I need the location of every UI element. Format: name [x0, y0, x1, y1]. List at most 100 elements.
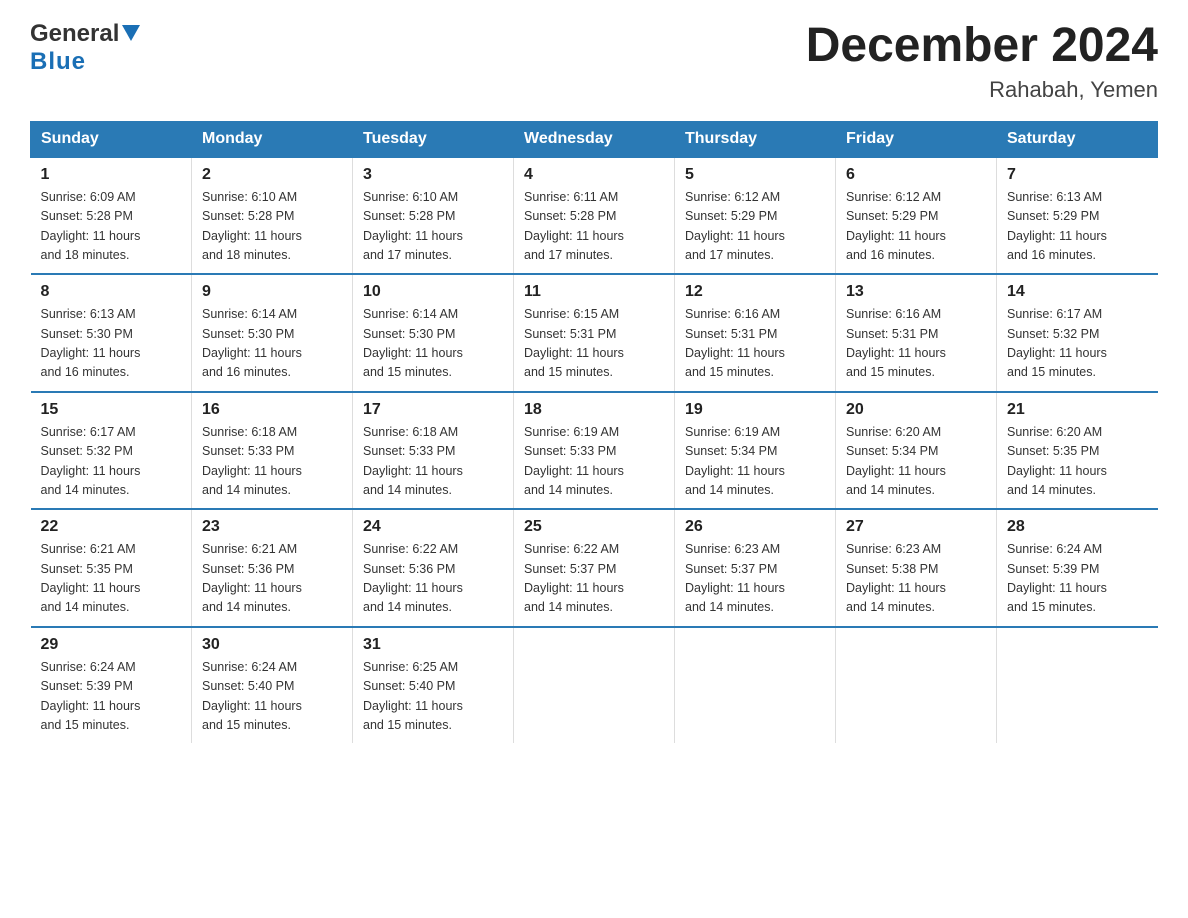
day-info: Sunrise: 6:11 AM Sunset: 5:28 PM Dayligh…: [524, 188, 664, 266]
day-info: Sunrise: 6:17 AM Sunset: 5:32 PM Dayligh…: [1007, 305, 1148, 383]
calendar-table: SundayMondayTuesdayWednesdayThursdayFrid…: [30, 121, 1158, 744]
weekday-header-monday: Monday: [192, 121, 353, 157]
day-number: 14: [1007, 283, 1148, 301]
week-row-4: 22 Sunrise: 6:21 AM Sunset: 5:35 PM Dayl…: [31, 509, 1158, 627]
day-info: Sunrise: 6:24 AM Sunset: 5:39 PM Dayligh…: [41, 658, 182, 736]
calendar-cell: 23 Sunrise: 6:21 AM Sunset: 5:36 PM Dayl…: [192, 509, 353, 627]
calendar-subtitle: Rahabah, Yemen: [806, 77, 1158, 103]
weekday-header-friday: Friday: [836, 121, 997, 157]
calendar-cell: 13 Sunrise: 6:16 AM Sunset: 5:31 PM Dayl…: [836, 274, 997, 392]
day-number: 6: [846, 166, 986, 184]
calendar-cell: 20 Sunrise: 6:20 AM Sunset: 5:34 PM Dayl…: [836, 392, 997, 510]
day-number: 22: [41, 518, 182, 536]
day-info: Sunrise: 6:23 AM Sunset: 5:38 PM Dayligh…: [846, 540, 986, 618]
calendar-cell: 15 Sunrise: 6:17 AM Sunset: 5:32 PM Dayl…: [31, 392, 192, 510]
calendar-cell: 21 Sunrise: 6:20 AM Sunset: 5:35 PM Dayl…: [997, 392, 1158, 510]
weekday-header-tuesday: Tuesday: [353, 121, 514, 157]
day-number: 13: [846, 283, 986, 301]
weekday-header-wednesday: Wednesday: [514, 121, 675, 157]
day-number: 25: [524, 518, 664, 536]
page-header: General Blue December 2024 Rahabah, Yeme…: [30, 20, 1158, 103]
week-row-3: 15 Sunrise: 6:17 AM Sunset: 5:32 PM Dayl…: [31, 392, 1158, 510]
calendar-cell: 26 Sunrise: 6:23 AM Sunset: 5:37 PM Dayl…: [675, 509, 836, 627]
calendar-cell: 14 Sunrise: 6:17 AM Sunset: 5:32 PM Dayl…: [997, 274, 1158, 392]
weekday-header-sunday: Sunday: [31, 121, 192, 157]
day-number: 16: [202, 401, 342, 419]
calendar-cell: 6 Sunrise: 6:12 AM Sunset: 5:29 PM Dayli…: [836, 157, 997, 275]
day-number: 29: [41, 636, 182, 654]
calendar-cell: 10 Sunrise: 6:14 AM Sunset: 5:30 PM Dayl…: [353, 274, 514, 392]
calendar-cell: 30 Sunrise: 6:24 AM Sunset: 5:40 PM Dayl…: [192, 627, 353, 744]
calendar-cell: 9 Sunrise: 6:14 AM Sunset: 5:30 PM Dayli…: [192, 274, 353, 392]
calendar-cell: 12 Sunrise: 6:16 AM Sunset: 5:31 PM Dayl…: [675, 274, 836, 392]
calendar-cell: 16 Sunrise: 6:18 AM Sunset: 5:33 PM Dayl…: [192, 392, 353, 510]
day-info: Sunrise: 6:18 AM Sunset: 5:33 PM Dayligh…: [202, 423, 342, 501]
calendar-cell: 1 Sunrise: 6:09 AM Sunset: 5:28 PM Dayli…: [31, 157, 192, 275]
day-number: 15: [41, 401, 182, 419]
logo: General Blue: [30, 20, 140, 76]
calendar-cell: 27 Sunrise: 6:23 AM Sunset: 5:38 PM Dayl…: [836, 509, 997, 627]
calendar-cell: 25 Sunrise: 6:22 AM Sunset: 5:37 PM Dayl…: [514, 509, 675, 627]
week-row-5: 29 Sunrise: 6:24 AM Sunset: 5:39 PM Dayl…: [31, 627, 1158, 744]
calendar-cell: 29 Sunrise: 6:24 AM Sunset: 5:39 PM Dayl…: [31, 627, 192, 744]
day-number: 2: [202, 166, 342, 184]
day-info: Sunrise: 6:19 AM Sunset: 5:34 PM Dayligh…: [685, 423, 825, 501]
day-info: Sunrise: 6:19 AM Sunset: 5:33 PM Dayligh…: [524, 423, 664, 501]
day-info: Sunrise: 6:14 AM Sunset: 5:30 PM Dayligh…: [363, 305, 503, 383]
day-info: Sunrise: 6:21 AM Sunset: 5:35 PM Dayligh…: [41, 540, 182, 618]
day-number: 5: [685, 166, 825, 184]
day-number: 27: [846, 518, 986, 536]
day-number: 24: [363, 518, 503, 536]
calendar-cell: [836, 627, 997, 744]
logo-arrow-icon: [122, 25, 140, 46]
calendar-cell: 28 Sunrise: 6:24 AM Sunset: 5:39 PM Dayl…: [997, 509, 1158, 627]
title-section: December 2024 Rahabah, Yemen: [806, 20, 1158, 103]
calendar-cell: [675, 627, 836, 744]
calendar-cell: 8 Sunrise: 6:13 AM Sunset: 5:30 PM Dayli…: [31, 274, 192, 392]
calendar-cell: 18 Sunrise: 6:19 AM Sunset: 5:33 PM Dayl…: [514, 392, 675, 510]
day-number: 11: [524, 283, 664, 301]
day-number: 18: [524, 401, 664, 419]
day-number: 19: [685, 401, 825, 419]
day-number: 28: [1007, 518, 1148, 536]
day-number: 8: [41, 283, 182, 301]
day-info: Sunrise: 6:18 AM Sunset: 5:33 PM Dayligh…: [363, 423, 503, 501]
weekday-header-thursday: Thursday: [675, 121, 836, 157]
week-row-2: 8 Sunrise: 6:13 AM Sunset: 5:30 PM Dayli…: [31, 274, 1158, 392]
calendar-cell: 2 Sunrise: 6:10 AM Sunset: 5:28 PM Dayli…: [192, 157, 353, 275]
calendar-cell: 4 Sunrise: 6:11 AM Sunset: 5:28 PM Dayli…: [514, 157, 675, 275]
day-info: Sunrise: 6:12 AM Sunset: 5:29 PM Dayligh…: [846, 188, 986, 266]
calendar-cell: 22 Sunrise: 6:21 AM Sunset: 5:35 PM Dayl…: [31, 509, 192, 627]
day-info: Sunrise: 6:14 AM Sunset: 5:30 PM Dayligh…: [202, 305, 342, 383]
day-number: 3: [363, 166, 503, 184]
day-info: Sunrise: 6:10 AM Sunset: 5:28 PM Dayligh…: [363, 188, 503, 266]
logo-blue: Blue: [30, 48, 86, 76]
day-info: Sunrise: 6:12 AM Sunset: 5:29 PM Dayligh…: [685, 188, 825, 266]
calendar-cell: 11 Sunrise: 6:15 AM Sunset: 5:31 PM Dayl…: [514, 274, 675, 392]
day-number: 31: [363, 636, 503, 654]
day-info: Sunrise: 6:23 AM Sunset: 5:37 PM Dayligh…: [685, 540, 825, 618]
day-info: Sunrise: 6:15 AM Sunset: 5:31 PM Dayligh…: [524, 305, 664, 383]
calendar-cell: 17 Sunrise: 6:18 AM Sunset: 5:33 PM Dayl…: [353, 392, 514, 510]
day-info: Sunrise: 6:13 AM Sunset: 5:29 PM Dayligh…: [1007, 188, 1148, 266]
weekday-header-saturday: Saturday: [997, 121, 1158, 157]
day-info: Sunrise: 6:09 AM Sunset: 5:28 PM Dayligh…: [41, 188, 182, 266]
day-number: 10: [363, 283, 503, 301]
calendar-cell: 7 Sunrise: 6:13 AM Sunset: 5:29 PM Dayli…: [997, 157, 1158, 275]
day-number: 4: [524, 166, 664, 184]
day-info: Sunrise: 6:20 AM Sunset: 5:34 PM Dayligh…: [846, 423, 986, 501]
day-info: Sunrise: 6:21 AM Sunset: 5:36 PM Dayligh…: [202, 540, 342, 618]
day-number: 7: [1007, 166, 1148, 184]
day-number: 30: [202, 636, 342, 654]
day-number: 20: [846, 401, 986, 419]
day-number: 1: [41, 166, 182, 184]
week-row-1: 1 Sunrise: 6:09 AM Sunset: 5:28 PM Dayli…: [31, 157, 1158, 275]
day-info: Sunrise: 6:16 AM Sunset: 5:31 PM Dayligh…: [846, 305, 986, 383]
day-number: 17: [363, 401, 503, 419]
day-number: 21: [1007, 401, 1148, 419]
day-info: Sunrise: 6:17 AM Sunset: 5:32 PM Dayligh…: [41, 423, 182, 501]
day-number: 26: [685, 518, 825, 536]
day-info: Sunrise: 6:24 AM Sunset: 5:40 PM Dayligh…: [202, 658, 342, 736]
day-info: Sunrise: 6:22 AM Sunset: 5:36 PM Dayligh…: [363, 540, 503, 618]
calendar-cell: 5 Sunrise: 6:12 AM Sunset: 5:29 PM Dayli…: [675, 157, 836, 275]
